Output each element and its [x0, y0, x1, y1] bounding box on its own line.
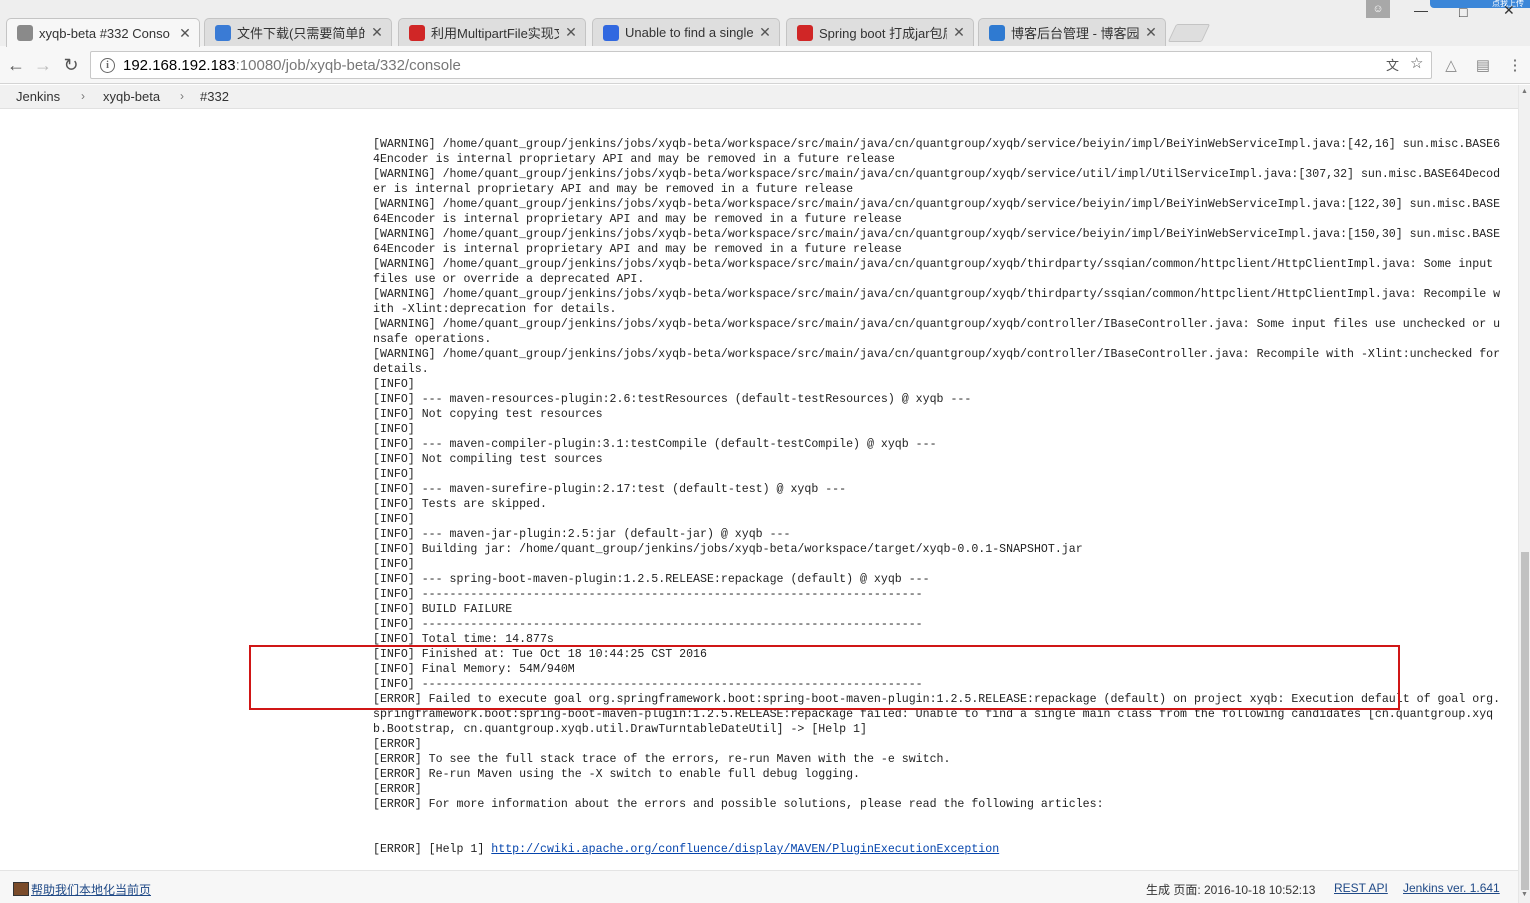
console-line: [INFO] Building jar: /home/quant_group/j…: [373, 543, 1083, 556]
breadcrumb-separator: ›: [81, 89, 85, 103]
console-line: [WARNING] /home/quant_group/jenkins/jobs…: [373, 168, 1501, 196]
tab-close-icon[interactable]: ✕: [179, 25, 191, 42]
generated-timestamp: 生成 页面: 2016-10-18 10:52:13: [1146, 883, 1316, 897]
forward-icon[interactable]: →: [31, 53, 55, 77]
csdn-c-icon: [797, 24, 813, 41]
console-line: [INFO] Tests are skipped.: [373, 498, 547, 511]
address-bar[interactable]: i 192.168.192.183:10080/job/xyqb-beta/33…: [90, 51, 1432, 79]
breadcrumb-separator: ›: [180, 89, 184, 103]
jenkins-version-link[interactable]: Jenkins ver. 1.641: [1403, 881, 1500, 895]
page-scrollbar[interactable]: ▲ ▼: [1518, 85, 1530, 903]
localize-icon: [13, 882, 29, 896]
scroll-down-icon[interactable]: ▼: [1521, 891, 1528, 898]
minimize-icon[interactable]: —: [1414, 2, 1428, 18]
tab-title: 博客后台管理 - 博客园: [1011, 26, 1139, 41]
console-line: [INFO] --- maven-compiler-plugin:3.1:tes…: [373, 438, 937, 451]
tab-title: Unable to find a single: [625, 25, 753, 40]
new-tab-button[interactable]: [1167, 24, 1211, 42]
console-line: [INFO]: [373, 468, 415, 481]
console-help-line: [ERROR] [Help 1] http://cwiki.apache.org…: [373, 842, 1503, 857]
jenkins-avatar-icon: [17, 25, 33, 41]
breadcrumb-job[interactable]: xyqb-beta: [103, 89, 160, 104]
console-line: [WARNING] /home/quant_group/jenkins/jobs…: [373, 198, 1501, 226]
plugin-exception-link[interactable]: http://cwiki.apache.org/confluence/displ…: [491, 843, 999, 856]
console-line: [INFO] ---------------------------------…: [373, 588, 923, 601]
close-window-icon[interactable]: ✕: [1503, 2, 1515, 19]
console-line: [INFO] Not copying test resources: [373, 408, 603, 421]
console-line: [WARNING] /home/quant_group/jenkins/jobs…: [373, 318, 1501, 346]
tab-close-icon[interactable]: ✕: [1145, 24, 1157, 41]
info-icon[interactable]: i: [100, 57, 115, 73]
tab-close-icon[interactable]: ✕: [953, 24, 965, 41]
browser-toolbar: ← → ↻ i 192.168.192.183:10080/job/xyqb-b…: [0, 46, 1530, 84]
console-line: [INFO]: [373, 378, 415, 391]
translate-icon[interactable]: 文: [1386, 55, 1399, 74]
console-line: [WARNING] /home/quant_group/jenkins/jobs…: [373, 138, 1501, 166]
console-line: [ERROR] For more information about the e…: [373, 798, 1104, 811]
maximize-icon[interactable]: □: [1459, 4, 1467, 20]
tab-close-icon[interactable]: ✕: [371, 24, 383, 41]
breadcrumb: Jenkins › xyqb-beta › #332: [0, 85, 1518, 109]
console-line: [ERROR]: [373, 738, 422, 751]
tab-close-icon[interactable]: ✕: [759, 24, 771, 41]
console-line: [INFO]: [373, 513, 415, 526]
browser-tab[interactable]: 博客后台管理 - 博客园 ✕: [978, 18, 1166, 46]
console-line: [INFO] Not compiling test sources: [373, 453, 603, 466]
cnblogs-g-icon: [215, 24, 231, 41]
breadcrumb-jenkins[interactable]: Jenkins: [16, 89, 60, 104]
bookmark-star-icon[interactable]: ☆: [1410, 54, 1423, 72]
url-path: :10080/job/xyqb-beta/332/console: [235, 56, 461, 74]
help-prefix: [ERROR] [Help 1]: [373, 843, 492, 856]
console-line: [ERROR] To see the full stack trace of t…: [373, 753, 951, 766]
console-line: [INFO] --- spring-boot-maven-plugin:1.2.…: [373, 573, 930, 586]
error-highlight-box: [249, 645, 1400, 710]
browser-tab-strip: xyqb-beta #332 Conso ✕ 文件下载(只需要简单的 ✕ 利用Multi…: [0, 0, 1530, 47]
console-output: [WARNING] /home/quant_group/jenkins/jobs…: [373, 107, 1503, 903]
console-line: [INFO]: [373, 423, 415, 436]
console-line: [INFO] --- maven-resources-plugin:2.6:te…: [373, 393, 972, 406]
console-lines: [WARNING] /home/quant_group/jenkins/jobs…: [373, 137, 1503, 812]
cnblogs-icon: [989, 24, 1005, 41]
breadcrumb-build[interactable]: #332: [200, 89, 229, 104]
console-line: [WARNING] /home/quant_group/jenkins/jobs…: [373, 288, 1501, 316]
profile-icon[interactable]: ☺: [1366, 0, 1390, 18]
console-line: [INFO]: [373, 558, 415, 571]
scroll-thumb[interactable]: [1521, 552, 1529, 890]
console-line: [WARNING] /home/quant_group/jenkins/jobs…: [373, 228, 1501, 256]
menu-icon[interactable]: ⋮: [1506, 56, 1524, 74]
browser-tab[interactable]: 利用MultipartFile实现文 ✕: [398, 18, 586, 46]
upload-extension-badge[interactable]: 点我上传: [1430, 0, 1530, 8]
browser-tab[interactable]: 文件下载(只需要简单的 ✕: [204, 18, 392, 46]
tab-title: Spring boot 打成jar包后: [819, 26, 947, 41]
scroll-up-icon[interactable]: ▲: [1521, 88, 1528, 95]
console-line: [ERROR] Re-run Maven using the -X switch…: [373, 768, 861, 781]
layout-extension-icon[interactable]: ▤: [1474, 56, 1492, 74]
tab-title: 利用MultipartFile实现文: [431, 26, 559, 41]
tab-title: 文件下载(只需要简单的: [237, 26, 365, 41]
csdn-c-icon: [409, 24, 425, 41]
console-line: [INFO] --- maven-jar-plugin:2.5:jar (def…: [373, 528, 791, 541]
console-line: [WARNING] /home/quant_group/jenkins/jobs…: [373, 348, 1508, 376]
console-line: [WARNING] /home/quant_group/jenkins/jobs…: [373, 258, 1501, 286]
browser-tab[interactable]: Unable to find a single ✕: [592, 18, 780, 46]
console-line: [INFO] --- maven-surefire-plugin:2.17:te…: [373, 483, 847, 496]
back-icon[interactable]: ←: [4, 53, 28, 77]
tab-title: xyqb-beta #332 Conso: [39, 25, 170, 41]
rest-api-link[interactable]: REST API: [1334, 881, 1388, 895]
console-line: [INFO] BUILD FAILURE: [373, 603, 513, 616]
console-line: [ERROR]: [373, 783, 422, 796]
localize-link[interactable]: 帮助我们本地化当前页: [31, 881, 151, 898]
reload-icon[interactable]: ↻: [59, 53, 83, 77]
browser-tab[interactable]: Spring boot 打成jar包后 ✕: [786, 18, 974, 46]
angular-extension-icon[interactable]: △: [1442, 56, 1460, 74]
tab-close-icon[interactable]: ✕: [565, 24, 577, 41]
url-host: 192.168.192.183: [123, 56, 236, 74]
page-footer: 帮助我们本地化当前页 生成 页面: 2016-10-18 10:52:13 RE…: [0, 870, 1518, 903]
console-line: [INFO] ---------------------------------…: [373, 618, 923, 631]
baidu-paw-icon: [603, 24, 619, 41]
browser-tab[interactable]: xyqb-beta #332 Conso ✕: [6, 18, 200, 47]
